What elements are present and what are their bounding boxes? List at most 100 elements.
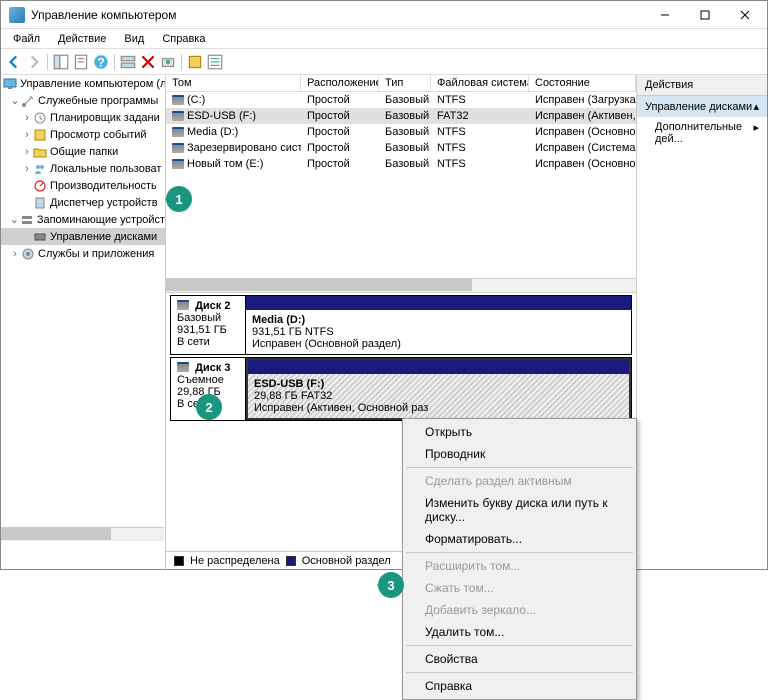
list-icon[interactable] <box>206 53 224 71</box>
separator <box>181 54 182 70</box>
ctx-delete[interactable]: Удалить том... <box>405 621 634 643</box>
tree-perf[interactable]: Производительность <box>1 177 165 194</box>
maximize-button[interactable] <box>685 3 725 27</box>
collapse-icon[interactable]: ⌄ <box>9 214 20 226</box>
ctx-letter[interactable]: Изменить букву диска или путь к диску... <box>405 492 634 528</box>
tree-services[interactable]: › Службы и приложения <box>1 245 165 262</box>
volume-row[interactable]: Media (D:)ПростойБазовыйNTFSИсправен (Ос… <box>166 124 636 140</box>
tree-devmgr[interactable]: Диспетчер устройств <box>1 194 165 211</box>
tree-diskmgmt[interactable]: Управление дисками <box>1 228 165 245</box>
callout-1: 1 <box>166 186 192 212</box>
properties-button[interactable] <box>72 53 90 71</box>
col-type[interactable]: Тип <box>379 75 431 91</box>
collapse-icon[interactable]: ⌄ <box>9 95 21 107</box>
menu-action[interactable]: Действие <box>50 31 114 47</box>
menu-file[interactable]: Файл <box>5 31 48 47</box>
minimize-button[interactable] <box>645 3 685 27</box>
legend-primary-swatch <box>286 556 296 566</box>
disk-info: Диск 2 Базовый 931,51 ГБ В сети <box>171 296 246 354</box>
window: Управление компьютером Файл Действие Вид… <box>0 0 768 570</box>
refresh-button[interactable] <box>119 53 137 71</box>
ctx-shrink: Сжать том... <box>405 577 634 599</box>
menu-help[interactable]: Справка <box>154 31 213 47</box>
tree-label: Общие папки <box>50 146 118 158</box>
settings-icon[interactable] <box>159 53 177 71</box>
separator <box>406 552 633 553</box>
chevron-right-icon: ▸ <box>753 121 759 145</box>
partition-body: Media (D:) 931,51 ГБ NTFS Исправен (Осно… <box>246 310 631 354</box>
disk-row-2[interactable]: Диск 2 Базовый 931,51 ГБ В сети Media (D… <box>170 295 632 355</box>
ctx-open[interactable]: Открыть <box>405 421 634 443</box>
col-fs[interactable]: Файловая система <box>431 75 529 91</box>
scrollbar-thumb[interactable] <box>166 279 472 291</box>
expand-icon[interactable]: › <box>21 112 33 124</box>
ctx-active: Сделать раздел активным <box>405 470 634 492</box>
ctx-explorer[interactable]: Проводник <box>405 443 634 465</box>
col-layout[interactable]: Расположение <box>301 75 379 91</box>
hdd-icon <box>172 111 184 121</box>
scrollbar-thumb[interactable] <box>1 528 111 540</box>
action-icon[interactable] <box>186 53 204 71</box>
volume-row[interactable]: (C:)ПростойБазовыйNTFSИсправен (Загрузка… <box>166 92 636 108</box>
action-pane: Действия Управление дисками ▴ Дополнител… <box>637 75 767 569</box>
expand-icon[interactable]: › <box>9 248 21 260</box>
close-button[interactable] <box>725 3 765 27</box>
tree-shared[interactable]: › Общие папки <box>1 143 165 160</box>
tree-label: Диспетчер устройств <box>50 197 158 209</box>
services-icon <box>21 247 35 261</box>
tree-events[interactable]: › Просмотр событий <box>1 126 165 143</box>
events-icon <box>33 128 47 142</box>
storage-icon <box>20 213 34 227</box>
back-button[interactable] <box>5 53 23 71</box>
hdd-icon <box>172 159 184 169</box>
ctx-extend: Расширить том... <box>405 555 634 577</box>
tree-scheduler[interactable]: › Планировщик задани <box>1 109 165 126</box>
separator <box>406 645 633 646</box>
hdd-icon <box>172 143 184 153</box>
show-hide-tree-button[interactable] <box>52 53 70 71</box>
forward-button[interactable] <box>25 53 43 71</box>
tree-label: Запоминающие устройст <box>37 214 165 226</box>
tree-label: Просмотр событий <box>50 129 147 141</box>
expand-icon[interactable]: › <box>21 129 33 141</box>
separator <box>406 672 633 673</box>
menu-view[interactable]: Вид <box>116 31 152 47</box>
window-controls <box>645 3 765 27</box>
expand-icon[interactable]: › <box>21 163 33 175</box>
volume-row[interactable]: ESD-USB (F:)ПростойБазовыйFAT32Исправен … <box>166 108 636 124</box>
disk-row-3[interactable]: Диск 3 Съемное 29,88 ГБ В сети ESD-USB (… <box>170 357 632 421</box>
hdd-icon <box>177 362 189 372</box>
tree-system-tools[interactable]: ⌄ Служебные программы <box>1 92 165 109</box>
help-button[interactable]: ? <box>92 53 110 71</box>
tree-label: Локальные пользоват <box>50 163 161 175</box>
legend-unalloc: Не распределена <box>190 555 280 567</box>
actions-more[interactable]: Дополнительные дей... ▸ <box>637 117 767 149</box>
col-volume[interactable]: Том <box>166 75 301 91</box>
expand-icon[interactable]: › <box>21 146 33 158</box>
volume-list: Том Расположение Тип Файловая система Со… <box>166 75 636 293</box>
legend-unalloc-swatch <box>174 556 184 566</box>
body-area: Управление компьютером (л ⌄ Служебные пр… <box>1 75 767 569</box>
partition[interactable]: Media (D:) 931,51 ГБ NTFS Исправен (Осно… <box>246 296 631 354</box>
col-status[interactable]: Состояние <box>529 75 636 91</box>
delete-icon[interactable] <box>139 53 157 71</box>
clock-icon <box>33 111 47 125</box>
tree-root[interactable]: Управление компьютером (л <box>1 75 165 92</box>
tree-label: Управление дисками <box>50 231 157 243</box>
folder-icon <box>33 145 47 159</box>
actions-section[interactable]: Управление дисками ▴ <box>637 96 767 117</box>
volume-row[interactable]: Зарезервировано системойПростойБазовыйNT… <box>166 140 636 156</box>
ctx-props[interactable]: Свойства <box>405 648 634 670</box>
ctx-help[interactable]: Справка <box>405 675 634 697</box>
ctx-mirror: Добавить зеркало... <box>405 599 634 621</box>
volume-scrollbar-h[interactable] <box>166 278 636 292</box>
tree-users[interactable]: › Локальные пользоват <box>1 160 165 177</box>
tree-scrollbar-h[interactable] <box>1 527 164 541</box>
tree-pane: Управление компьютером (л ⌄ Служебные пр… <box>1 75 166 569</box>
ctx-format[interactable]: Форматировать... <box>405 528 634 550</box>
tree-label: Служебные программы <box>38 95 158 107</box>
tree-storage[interactable]: ⌄ Запоминающие устройст <box>1 211 165 228</box>
separator <box>47 54 48 70</box>
volume-row[interactable]: Новый том (E:)ПростойБазовыйNTFSИсправен… <box>166 156 636 172</box>
partition-selected[interactable]: ESD-USB (F:) 29,88 ГБ FAT32 Исправен (Ак… <box>246 358 631 420</box>
